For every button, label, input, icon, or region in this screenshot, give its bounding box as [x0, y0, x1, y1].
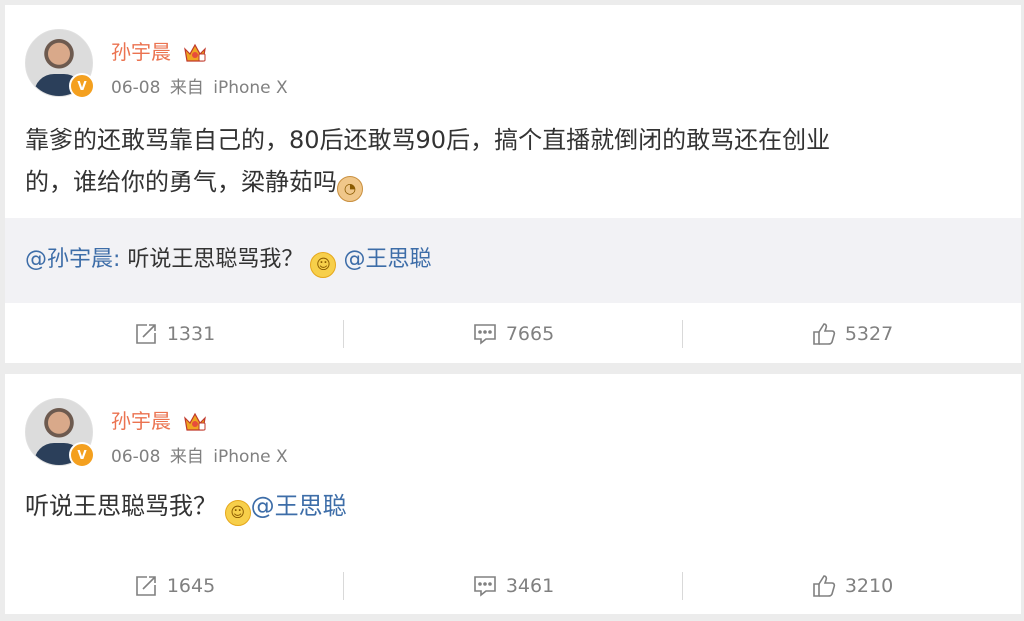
- smile-emoji-icon: ☺: [310, 252, 337, 278]
- crown-icon[interactable]: [183, 410, 207, 432]
- repost-button[interactable]: 1331: [5, 306, 343, 362]
- comment-count: 3461: [505, 575, 555, 597]
- post-mention[interactable]: @王思聪: [251, 492, 347, 520]
- repost-body: 听说王思聪骂我？: [120, 247, 304, 272]
- like-count: 3210: [844, 575, 894, 597]
- doge-emoji-icon: ◔: [337, 176, 363, 202]
- post-meta: 06-08 来自 iPhone X: [111, 442, 288, 467]
- post-date[interactable]: 06-08: [111, 78, 160, 98]
- repost-icon: [136, 576, 156, 596]
- repost-target-mention[interactable]: @王思聪: [343, 247, 431, 272]
- weibo-post: V 孙宇晨 06-08 来自 iPhone X 听说王思聪骂我？ ☺ @王思聪 1…: [5, 374, 1021, 614]
- author-name-row: 孙宇晨: [111, 405, 207, 434]
- author-name-row: 孙宇晨: [111, 36, 207, 65]
- verified-badge: V: [69, 73, 95, 99]
- action-divider: [343, 320, 344, 348]
- source-prefix: 来自: [169, 447, 204, 467]
- like-count: 5327: [844, 323, 894, 345]
- thumbs-up-icon: [813, 575, 836, 597]
- action-bar: 1645 3461 3210: [5, 558, 1021, 614]
- post-body: 听说王思聪骂我？: [25, 492, 217, 520]
- post-date[interactable]: 06-08: [111, 447, 160, 467]
- action-divider: [343, 572, 344, 600]
- comment-count: 7665: [505, 323, 555, 345]
- action-divider: [682, 572, 683, 600]
- verified-badge: V: [69, 442, 95, 468]
- author-name[interactable]: 孙宇晨: [111, 40, 171, 64]
- post-meta: 06-08 来自 iPhone X: [111, 73, 288, 98]
- comment-button[interactable]: 3461: [344, 558, 682, 614]
- comment-icon: [474, 576, 496, 597]
- post-header: V 孙宇晨 06-08 来自 iPhone X: [25, 398, 625, 478]
- post-text-line-1: 靠爹的还敢骂靠自己的，80后还敢骂90后，搞个直播就倒闭的敢骂还在创业: [25, 126, 831, 154]
- repost-container[interactable]: @孙宇晨: 听说王思聪骂我？ ☺ @王思聪: [5, 218, 1021, 303]
- source-prefix: 来自: [169, 78, 204, 98]
- comment-icon: [474, 324, 496, 345]
- author-name[interactable]: 孙宇晨: [111, 409, 171, 433]
- like-button[interactable]: 5327: [683, 306, 1021, 362]
- repost-button[interactable]: 1645: [5, 558, 343, 614]
- action-bar: 1331 7665 5327: [5, 306, 1021, 362]
- repost-count: 1645: [166, 575, 216, 597]
- avatar[interactable]: V: [25, 398, 95, 468]
- post-text: 靠爹的还敢骂靠自己的，80后还敢骂90后，搞个直播就倒闭的敢骂还在创业 的，谁给…: [25, 119, 995, 203]
- action-divider: [682, 320, 683, 348]
- thumbs-up-icon: [813, 323, 836, 345]
- like-button[interactable]: 3210: [683, 558, 1021, 614]
- avatar[interactable]: V: [25, 29, 95, 99]
- repost-icon: [136, 324, 156, 344]
- post-text-line-2: 的，谁给你的勇气，梁静茹吗: [25, 168, 337, 196]
- weibo-post: V 孙宇晨 06-08 来自 iPhone X 靠爹的还敢骂靠自己的，80后还敢…: [5, 5, 1021, 363]
- post-header: V 孙宇晨 06-08 来自 iPhone X: [25, 29, 625, 109]
- repost-text: @孙宇晨: 听说王思聪骂我？ ☺ @王思聪: [25, 240, 431, 280]
- repost-count: 1331: [166, 323, 216, 345]
- smile-emoji-icon: ☺: [224, 500, 251, 526]
- post-source[interactable]: iPhone X: [213, 78, 287, 98]
- repost-author-mention[interactable]: @孙宇晨: [25, 247, 113, 272]
- post-source[interactable]: iPhone X: [213, 447, 287, 467]
- crown-icon[interactable]: [183, 41, 207, 63]
- comment-button[interactable]: 7665: [344, 306, 682, 362]
- post-text: 听说王思聪骂我？ ☺ @王思聪: [25, 485, 995, 527]
